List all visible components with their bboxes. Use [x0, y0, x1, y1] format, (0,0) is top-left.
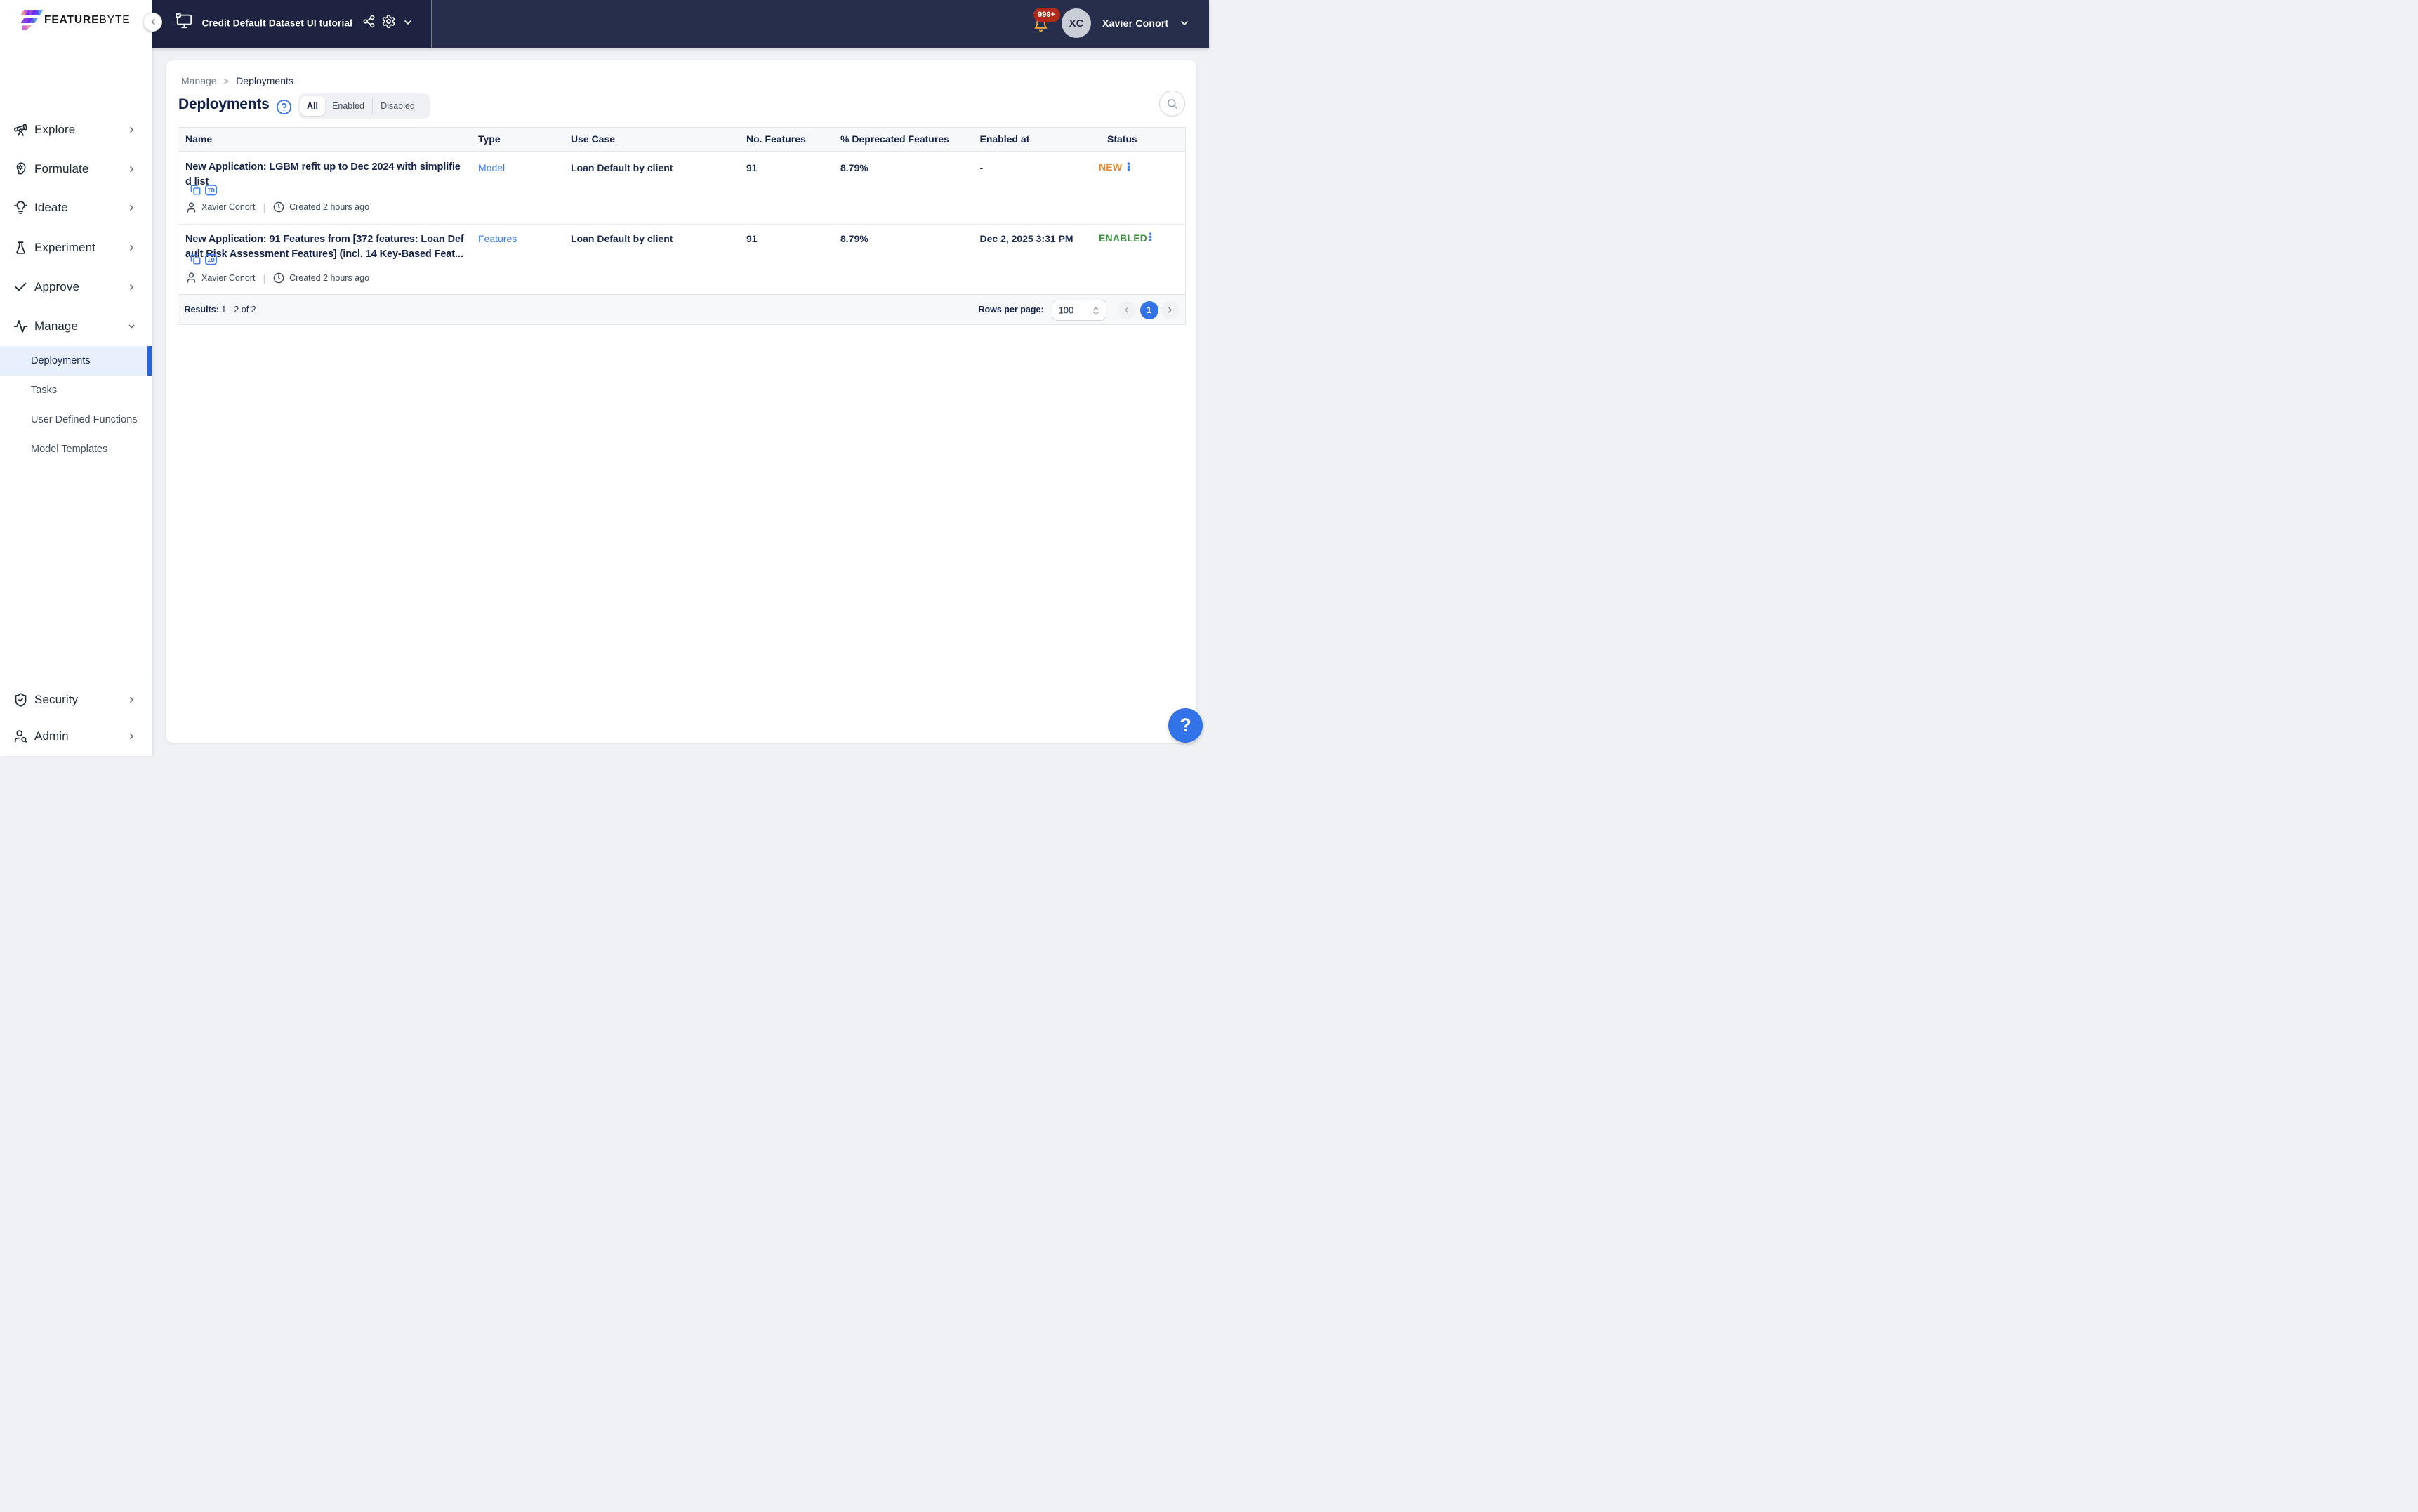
svg-text:ID: ID: [207, 187, 215, 194]
svg-text:ID: ID: [207, 257, 215, 264]
